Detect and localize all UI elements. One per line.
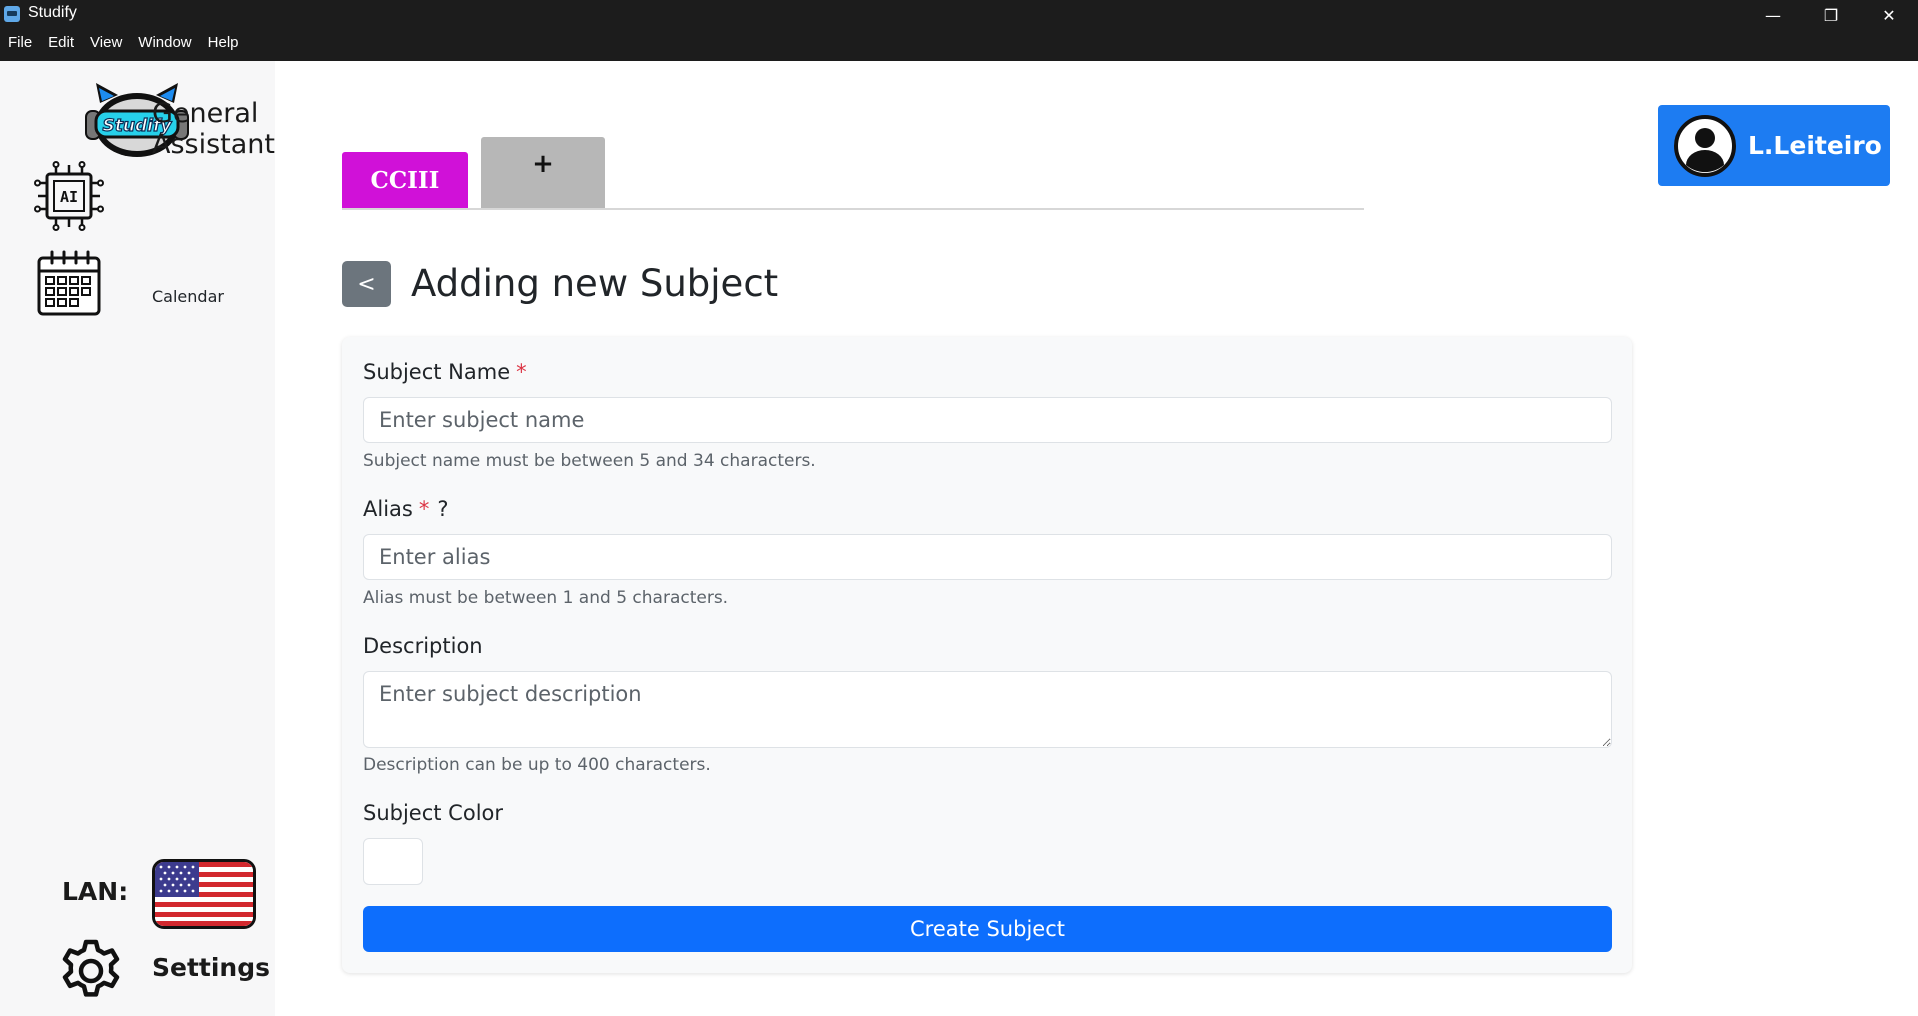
- alias-help-icon[interactable]: ?: [437, 497, 448, 521]
- alias-hint: Alias must be between 1 and 5 characters…: [363, 588, 729, 608]
- back-button[interactable]: <: [342, 261, 391, 307]
- menu-edit[interactable]: Edit: [40, 34, 82, 51]
- subject-name-label-text: Subject Name: [363, 360, 511, 384]
- ai-chip-icon: AI: [34, 161, 104, 231]
- tabs-divider: [342, 208, 1364, 210]
- close-button[interactable]: ✕: [1860, 0, 1918, 30]
- description-label: Description: [363, 634, 483, 658]
- alias-input[interactable]: [363, 534, 1612, 580]
- restore-button[interactable]: ❐: [1802, 0, 1860, 30]
- menu-window[interactable]: Window: [130, 34, 199, 51]
- menu-file[interactable]: File: [0, 34, 40, 51]
- menu-help[interactable]: Help: [200, 34, 247, 51]
- tab-cciii[interactable]: CCIII: [342, 152, 468, 209]
- create-subject-button[interactable]: Create Subject: [363, 906, 1612, 952]
- gear-icon[interactable]: [58, 938, 124, 1004]
- user-profile-button[interactable]: L.Leiteiro: [1658, 105, 1890, 186]
- add-tab-button[interactable]: +: [481, 137, 605, 209]
- settings-label[interactable]: Settings: [152, 953, 270, 982]
- language-label: LAN:: [62, 877, 129, 906]
- avatar-icon: [1674, 114, 1736, 177]
- required-mark: *: [418, 497, 430, 521]
- minimize-button[interactable]: —: [1744, 0, 1802, 30]
- page-title: Adding new Subject: [411, 262, 779, 305]
- subject-color-label: Subject Color: [363, 801, 504, 825]
- required-mark: *: [516, 360, 527, 384]
- subject-name-label: Subject Name *: [363, 360, 527, 384]
- calendar-icon: [37, 250, 101, 316]
- sidebar: Studify AI General Assistant Calendar LA…: [0, 61, 275, 1016]
- window-controls: — ❐ ✕: [1744, 0, 1918, 30]
- sidebar-item-general-assistant[interactable]: AI General Assistant: [34, 98, 275, 231]
- window-title: Studify: [28, 4, 77, 21]
- sidebar-item-label: Calendar: [152, 287, 224, 306]
- svg-text:AI: AI: [60, 188, 78, 206]
- app-icon: [4, 6, 20, 22]
- us-flag-icon[interactable]: [152, 859, 256, 929]
- user-name: L.Leiteiro: [1748, 131, 1882, 160]
- subject-name-hint: Subject name must be between 5 and 34 ch…: [363, 451, 816, 471]
- description-hint: Description can be up to 400 characters.: [363, 755, 711, 775]
- description-textarea[interactable]: [363, 671, 1612, 748]
- alias-label: Alias *?: [363, 497, 449, 521]
- sidebar-item-calendar[interactable]: [34, 249, 104, 319]
- subject-name-input[interactable]: [363, 397, 1612, 443]
- general-label: General: [152, 98, 259, 129]
- assistant-label: Assistant: [152, 129, 276, 160]
- menu-bar: File Edit View Window Help: [0, 34, 247, 51]
- subject-color-picker[interactable]: [363, 838, 423, 885]
- sidebar-item-label: General Assistant: [152, 98, 275, 160]
- alias-label-text: Alias: [363, 497, 413, 521]
- title-bar: Studify File Edit View Window Help — ❐ ✕: [0, 0, 1918, 61]
- menu-view[interactable]: View: [82, 34, 130, 51]
